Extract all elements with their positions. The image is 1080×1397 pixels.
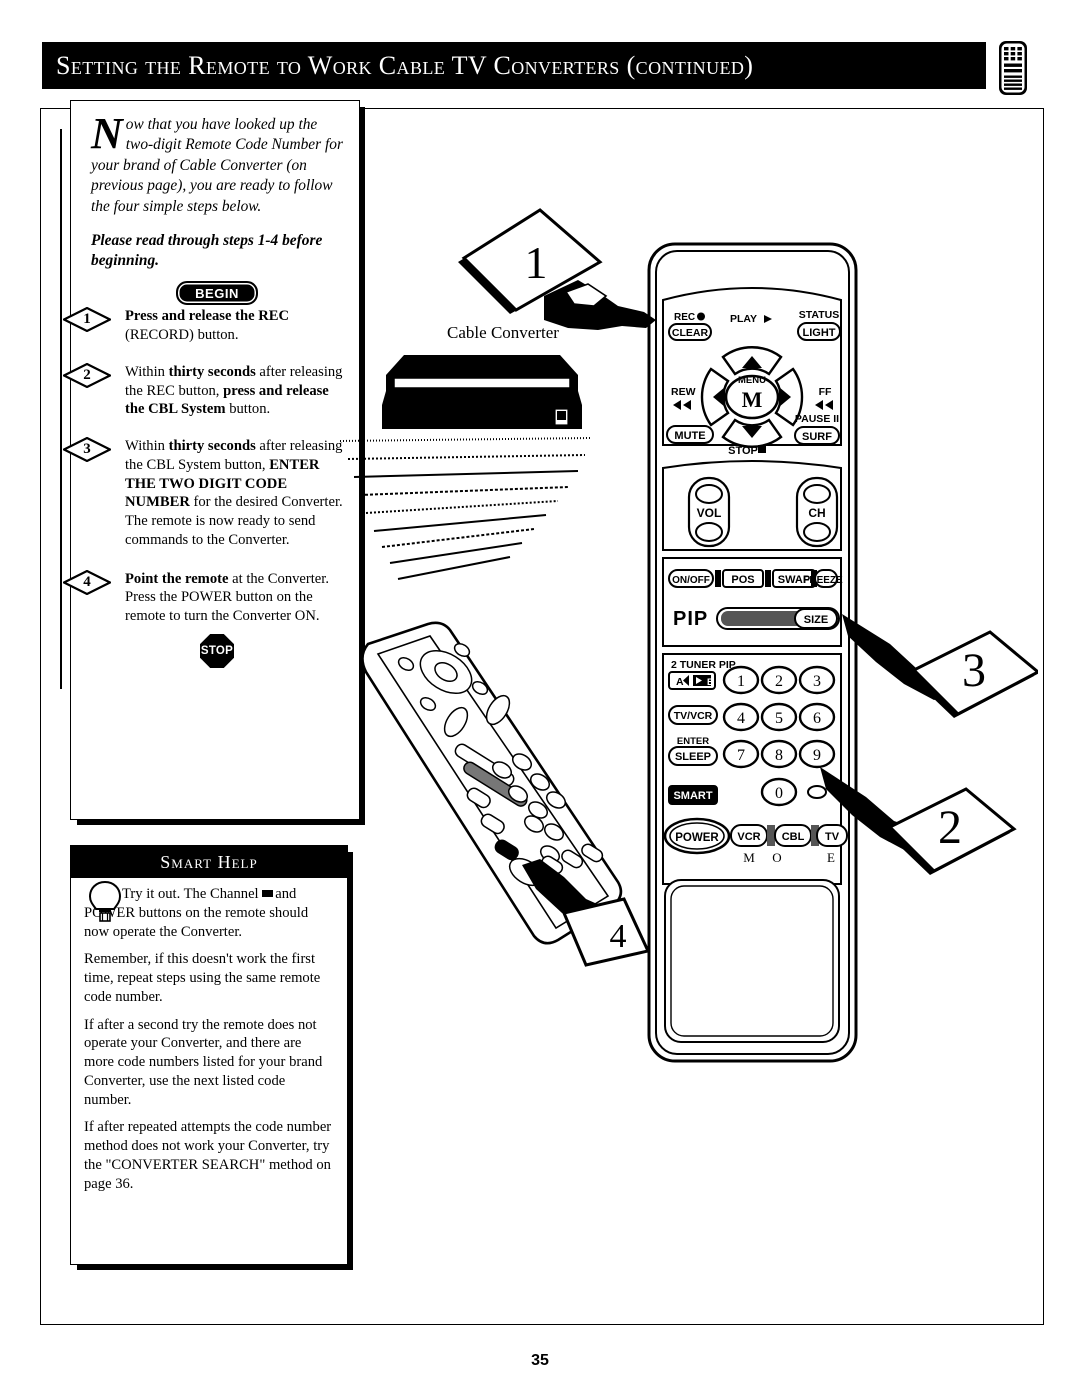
step-number: 2 [83,366,91,383]
lightbulb-icon [85,880,125,926]
step-rest: Within thirty seconds after releasing th… [125,363,343,418]
remote-control-icon [995,40,1031,96]
smart-help-panel: Smart Help Try it out. The Channel and P… [70,845,348,1265]
svg-text:O: O [772,850,781,865]
svg-text:2 TUNER PIP: 2 TUNER PIP [671,659,736,671]
svg-text:MUTE: MUTE [674,430,705,442]
svg-text:PLAY: PLAY [730,313,757,325]
svg-text:SMART: SMART [673,790,712,802]
svg-text:B: B [707,677,714,687]
step-rest: Within thirty seconds after releasing th… [125,438,343,548]
callout-number-3: 3 [962,644,986,697]
callout-4: 4 [508,855,668,990]
svg-text:VCR: VCR [737,831,760,843]
svg-text:6: 6 [813,710,821,727]
callout-number-4: 4 [610,918,627,955]
svg-text:LIGHT: LIGHT [803,327,836,339]
step-item: 3 Within thirty seconds after releasing … [63,437,343,550]
svg-text:PIP: PIP [673,608,708,630]
cable-converter-image [382,353,582,433]
callout-1: 1 [448,200,678,355]
step-number-diamond: 1 [63,307,111,333]
svg-text:8: 8 [775,747,783,764]
page-title: Setting the Remote to Work Cable TV Conv… [56,50,754,80]
step-text: Within thirty seconds after releasing th… [91,363,343,419]
svg-text:M: M [743,850,755,865]
callout-2: 2 [818,755,1018,940]
step-item: 4 Point the remote at the Converter. Pre… [63,569,343,626]
svg-text:M: M [742,387,763,412]
ir-beam-lines [339,435,610,585]
step-text: Press and release the REC (RECORD) butto… [91,307,343,345]
svg-text:FF: FF [819,386,832,398]
svg-text:2: 2 [775,673,783,690]
svg-text:SLEEP: SLEEP [675,751,711,763]
svg-text:5: 5 [775,710,783,727]
intro-text: ow that you have looked up the two-digit… [91,116,343,215]
page-header-banner: Setting the Remote to Work Cable TV Conv… [42,42,986,89]
svg-text:7: 7 [737,747,745,764]
svg-text:STOP: STOP [728,445,758,457]
svg-text:4: 4 [737,710,745,727]
stop-badge: STOP [200,633,234,668]
intro-paragraph: Now that you have looked up the two-digi… [91,109,343,217]
svg-text:MENU: MENU [738,375,766,386]
smart-help-header: Smart Help [71,846,347,878]
remote-front-view: REC CLEAR PLAY STATUS LIGHT MENU M REW F… [645,240,860,1065]
step-number-diamond: 3 [63,437,111,463]
illustration-area: Cable Converter REC CLEAR PLAY STATUS LI… [339,115,1041,1165]
step-rest: (RECORD) button. [125,327,239,344]
page-number: 35 [531,1352,549,1369]
svg-text:TV/VCR: TV/VCR [674,710,713,722]
step-connector-line [60,129,62,689]
svg-text:FREEZE: FREEZE [803,575,843,586]
channel-button-glyph [262,888,274,899]
svg-text:POS: POS [731,574,754,586]
svg-text:CBL: CBL [782,831,805,843]
svg-text:SURF: SURF [802,431,832,443]
smart-help-paragraph: If after a second try the remote does no… [84,1016,323,1108]
step-number: 3 [83,441,91,458]
smart-help-paragraph: Remember, if this doesn't work the first… [84,951,321,1005]
callout-number-2: 2 [938,801,962,854]
svg-text:PAUSE II: PAUSE II [795,413,839,425]
step-number-diamond: 4 [63,569,111,595]
step-text: Point the remote at the Converter. Press… [91,570,343,626]
callout-number-1: 1 [525,237,548,288]
step-number: 1 [83,311,91,328]
intro-dropcap: N [91,109,123,158]
svg-text:POWER: POWER [675,832,719,844]
step-item: 1 Press and release the REC (RECORD) but… [63,307,343,345]
step-item: 2 Within thirty seconds after releasing … [63,362,343,419]
svg-text:1: 1 [737,673,745,690]
step-number-diamond: 2 [63,362,111,388]
step-bold-lead: Point the remote [125,570,229,587]
svg-text:0: 0 [775,785,783,802]
step-bold-lead: Press and release the REC [125,308,290,325]
svg-text:ENTER: ENTER [677,736,709,747]
svg-text:STATUS: STATUS [799,309,839,321]
svg-text:VOL: VOL [697,506,722,520]
smart-help-paragraph: If after repeated attempts the code numb… [84,1119,332,1192]
steps-panel: Now that you have looked up the two-digi… [60,100,360,820]
step-text: Within thirty seconds after releasing th… [91,437,343,550]
svg-text:CH: CH [808,506,825,520]
begin-badge: BEGIN [176,281,258,306]
svg-text:3: 3 [813,673,821,690]
svg-text:REW: REW [671,386,696,398]
svg-text:SIZE: SIZE [804,614,828,626]
smart-help-title: Smart Help [160,851,258,872]
intro-emphasis: Please read through steps 1-4 before beg… [91,232,323,270]
svg-text:A: A [676,676,684,688]
svg-text:ON/OFF: ON/OFF [672,575,710,586]
step-number: 4 [83,573,91,590]
